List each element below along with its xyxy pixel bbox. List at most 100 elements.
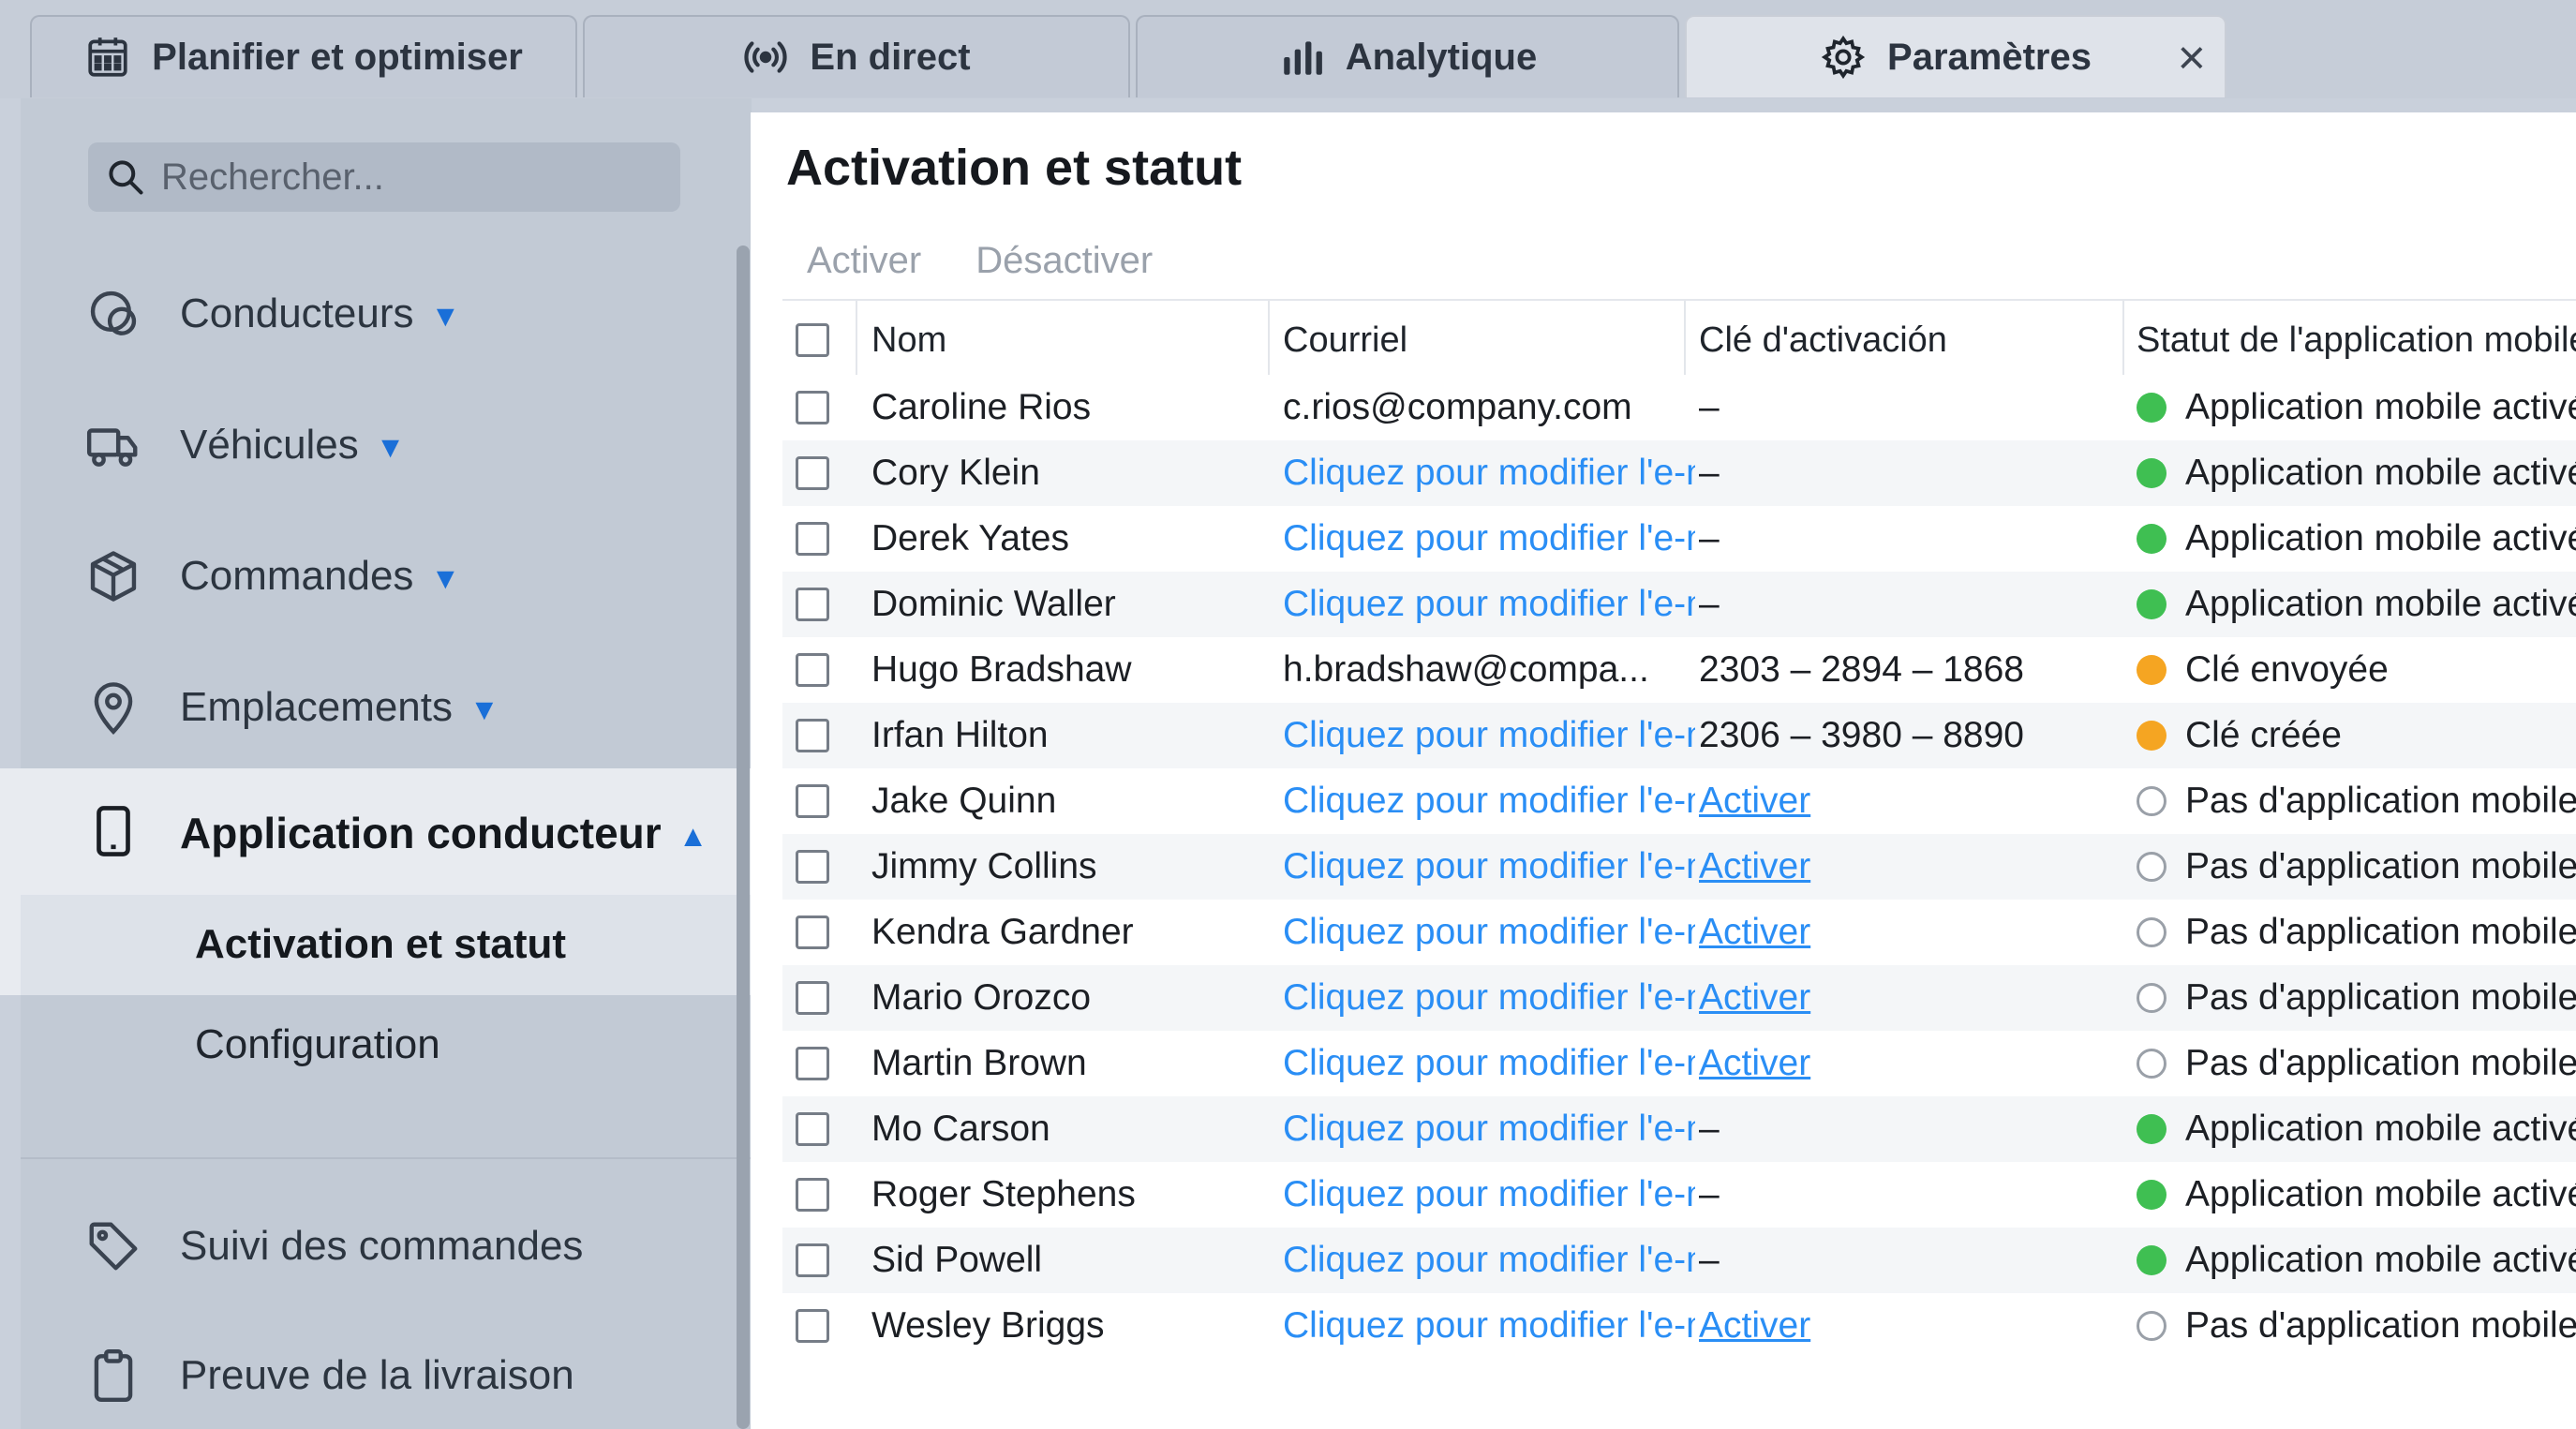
tab-label: En direct	[810, 36, 971, 78]
status-dot-icon	[2137, 524, 2167, 554]
driver-name: Mario Orozco	[871, 977, 1092, 1018]
table-row: Jimmy Collins Cliquez pour modifier l'e-m…	[782, 834, 2576, 900]
edit-email-link[interactable]: Cliquez pour modifier l'e-mail	[1283, 703, 1695, 768]
column-header-status[interactable]: Statut de l'application mobile	[2137, 301, 2576, 380]
sidebar-item-preuve-livraison[interactable]: Preuve de la livraison	[21, 1329, 752, 1422]
status-cell: Clé envoyée	[2137, 637, 2576, 703]
activate-link[interactable]: Activer	[1699, 768, 2130, 834]
status-cell: Clé créée	[2137, 703, 2576, 768]
driver-name: Kendra Gardner	[871, 912, 1134, 952]
table-row: Cory Klein Cliquez pour modifier l'e-mail…	[782, 440, 2576, 506]
activate-link[interactable]: Activer	[1699, 1031, 2130, 1096]
status-dot-icon	[2137, 1245, 2167, 1275]
edit-email-link[interactable]: Cliquez pour modifier l'e-mail	[1283, 1228, 1695, 1293]
row-checkbox[interactable]	[796, 391, 829, 424]
edit-email-link[interactable]: Cliquez pour modifier l'e-mail	[1283, 506, 1695, 572]
driver-name: Hugo Bradshaw	[871, 649, 1132, 690]
tab-analytique[interactable]: Analytique	[1136, 15, 1679, 97]
tab-parametres[interactable]: Paramètres ×	[1685, 15, 2226, 97]
activation-key: –	[1699, 518, 1720, 558]
deactivate-button[interactable]: Désactiver	[975, 240, 1153, 282]
table-row: Wesley Briggs Cliquez pour modifier l'e-m…	[782, 1293, 2576, 1359]
driver-name: Mo Carson	[871, 1109, 1050, 1149]
edit-email-link[interactable]: Cliquez pour modifier l'e-mail	[1283, 768, 1695, 834]
row-checkbox[interactable]	[796, 653, 829, 687]
status-cell: Pas d'application mobile	[2137, 1031, 2576, 1096]
tag-icon	[89, 1222, 138, 1271]
edit-email-link[interactable]: Cliquez pour modifier l'e-mail	[1283, 1031, 1695, 1096]
status-cell: Application mobile activée	[2137, 440, 2576, 506]
page-title: Activation et statut	[786, 140, 1243, 196]
status-dot-icon	[2137, 1114, 2167, 1144]
activate-link[interactable]: Activer	[1699, 834, 2130, 900]
edit-email-link[interactable]: Cliquez pour modifier l'e-mail	[1283, 1096, 1695, 1162]
row-checkbox[interactable]	[796, 1112, 829, 1146]
sidebar-scrollbar[interactable]	[737, 246, 750, 1429]
sidebar-item-label: Commandes	[180, 553, 414, 599]
activation-key: –	[1699, 1109, 1720, 1149]
row-checkbox[interactable]	[796, 784, 829, 818]
row-select-cell	[796, 637, 837, 703]
close-tab-button[interactable]: ×	[2178, 34, 2206, 82]
sidebar-item-label: Conducteurs	[180, 290, 414, 336]
status-text: Application mobile activée	[2185, 453, 2576, 493]
column-header-email[interactable]: Courriel	[1283, 301, 1695, 380]
sidebar-subitem-configuration[interactable]: Configuration	[21, 995, 752, 1098]
tab-planifier[interactable]: Planifier et optimiser	[30, 15, 577, 97]
edit-email-link[interactable]: Cliquez pour modifier l'e-mail	[1283, 965, 1695, 1031]
activate-link[interactable]: Activer	[1699, 1293, 2130, 1359]
activate-button[interactable]: Activer	[807, 240, 921, 282]
row-checkbox[interactable]	[796, 1309, 829, 1343]
row-checkbox[interactable]	[796, 850, 829, 884]
column-header-name[interactable]: Nom	[871, 301, 1265, 380]
row-select-cell	[796, 1096, 837, 1162]
status-dot-icon	[2137, 393, 2167, 423]
row-checkbox[interactable]	[796, 719, 829, 752]
sidebar-item-commandes[interactable]: Commandes ▼	[21, 529, 752, 623]
select-all-checkbox[interactable]	[796, 323, 829, 357]
activate-link[interactable]: Activer	[1699, 900, 2130, 965]
edit-email-link[interactable]: Cliquez pour modifier l'e-mail	[1283, 440, 1695, 506]
sidebar-item-label: Véhicules	[180, 422, 359, 468]
search-box[interactable]	[88, 142, 680, 212]
row-select-cell	[796, 572, 837, 637]
row-checkbox[interactable]	[796, 1047, 829, 1080]
edit-email-link[interactable]: Cliquez pour modifier l'e-mail	[1283, 900, 1695, 965]
edit-email-link[interactable]: Cliquez pour modifier l'e-mail	[1283, 572, 1695, 637]
row-checkbox[interactable]	[796, 981, 829, 1015]
edit-email-link[interactable]: Cliquez pour modifier l'e-mail	[1283, 834, 1695, 900]
status-text: Pas d'application mobile	[2185, 1305, 2576, 1346]
table-row: Caroline Rios c.rios@company.com – Applicat…	[782, 375, 2576, 440]
sidebar-item-vehicules[interactable]: Véhicules ▼	[21, 398, 752, 492]
column-header-key[interactable]: Clé d'activación	[1699, 301, 2130, 380]
status-dot-icon	[2137, 852, 2167, 882]
table-row: Kendra Gardner Cliquez pour modifier l'e-…	[782, 900, 2576, 965]
row-select-cell	[796, 1228, 837, 1293]
sidebar-subitem-label: Configuration	[195, 1021, 440, 1067]
driver-name: Martin Brown	[871, 1043, 1087, 1083]
tab-en-direct[interactable]: En direct	[583, 15, 1130, 97]
driver-name: Roger Stephens	[871, 1174, 1136, 1214]
table-header: Nom Courriel Clé d'activación Statut de …	[782, 299, 2576, 381]
row-select-cell	[796, 375, 837, 440]
activate-link[interactable]: Activer	[1699, 965, 2130, 1031]
sidebar-item-suivi-commandes[interactable]: Suivi des commandes	[21, 1199, 752, 1293]
row-checkbox[interactable]	[796, 1178, 829, 1212]
sidebar-subitem-activation[interactable]: Activation et statut	[21, 895, 752, 995]
bulk-actions: Activer Désactiver	[807, 240, 1153, 282]
row-checkbox[interactable]	[796, 588, 829, 621]
edit-email-link[interactable]: Cliquez pour modifier l'e-mail	[1283, 1293, 1695, 1359]
status-text: Application mobile activée	[2185, 584, 2576, 624]
row-checkbox[interactable]	[796, 456, 829, 490]
search-input[interactable]	[159, 155, 650, 200]
sidebar-item-conducteurs[interactable]: Conducteurs ▼	[21, 267, 752, 361]
row-checkbox[interactable]	[796, 1243, 829, 1277]
row-checkbox[interactable]	[796, 915, 829, 949]
row-checkbox[interactable]	[796, 522, 829, 556]
chevron-down-icon: ▼	[430, 560, 461, 595]
status-dot-icon	[2137, 983, 2167, 1013]
sidebar-item-emplacements[interactable]: Emplacements ▼	[21, 661, 752, 754]
sidebar-item-application-conducteur[interactable]: Application conducteur ▲	[21, 768, 752, 895]
edit-email-link[interactable]: Cliquez pour modifier l'e-mail	[1283, 1162, 1695, 1228]
sidebar-divider	[21, 1157, 752, 1159]
